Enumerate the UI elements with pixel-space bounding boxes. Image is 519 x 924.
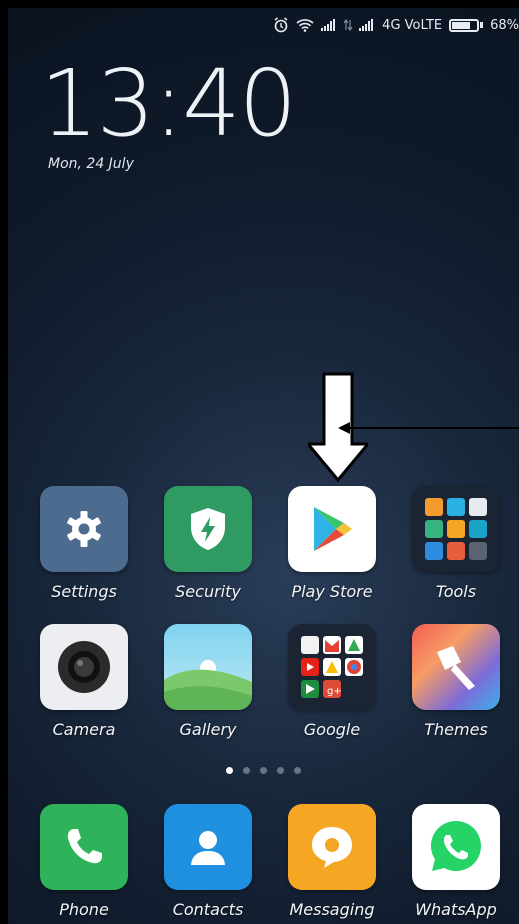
battery-percent: 68%: [490, 17, 519, 33]
wifi-icon: [296, 18, 314, 32]
alarm-icon: [273, 17, 289, 33]
app-label: Security: [175, 582, 241, 601]
annotation-line: [338, 422, 519, 434]
themes-icon: [412, 624, 500, 710]
app-camera[interactable]: Camera: [34, 624, 134, 739]
network-label: 4G VoLTE: [382, 17, 443, 33]
app-label: Settings: [51, 582, 117, 601]
gallery-icon: [164, 624, 252, 710]
app-label: Play Store: [291, 582, 373, 601]
app-tools[interactable]: Tools: [406, 486, 506, 601]
play-store-icon: [288, 486, 376, 572]
app-label: Camera: [52, 720, 116, 739]
app-label: Google: [303, 720, 361, 739]
page-dot[interactable]: [260, 767, 267, 774]
home-screen: 4G VoLTE 68% 13:40 Mon, 24 July Settings…: [8, 8, 519, 924]
app-gallery[interactable]: Gallery: [158, 624, 258, 739]
app-google[interactable]: g+ Google: [282, 624, 382, 739]
status-bar: 4G VoLTE 68%: [273, 12, 519, 38]
app-label: Themes: [424, 720, 488, 739]
battery-icon: [449, 18, 480, 32]
messaging-icon: [288, 804, 376, 890]
app-label: WhatsApp: [415, 900, 497, 919]
dock-phone[interactable]: Phone: [34, 804, 134, 919]
app-label: Messaging: [289, 900, 375, 919]
whatsapp-icon: [412, 804, 500, 890]
phone-icon: [40, 804, 128, 890]
page-dot[interactable]: [294, 767, 301, 774]
signal-sim1-icon: [321, 19, 337, 31]
dock-whatsapp[interactable]: WhatsApp: [406, 804, 506, 919]
app-label: Contacts: [172, 900, 244, 919]
page-dot[interactable]: [277, 767, 284, 774]
battery-tip: [480, 22, 484, 28]
tools-folder-icon: [412, 486, 500, 572]
clock-date[interactable]: Mon, 24 July: [48, 156, 134, 172]
app-play-store[interactable]: Play Store: [282, 486, 382, 601]
contacts-icon: [164, 804, 252, 890]
app-label: Phone: [59, 900, 109, 919]
data-transfer-icon: [344, 19, 353, 31]
page-dot[interactable]: [243, 767, 250, 774]
app-label: Gallery: [179, 720, 237, 739]
page-dot-active[interactable]: [226, 767, 233, 774]
dock-messaging[interactable]: Messaging: [282, 804, 382, 919]
page-indicator[interactable]: [8, 767, 519, 774]
svg-text:g+: g+: [327, 686, 342, 697]
camera-icon: [40, 624, 128, 710]
shield-icon: [164, 486, 252, 572]
google-folder-icon: g+: [288, 624, 376, 710]
app-label: Tools: [435, 582, 477, 601]
dock-contacts[interactable]: Contacts: [158, 804, 258, 919]
gear-icon: [40, 486, 128, 572]
app-security[interactable]: Security: [158, 486, 258, 601]
signal-sim2-icon: [359, 19, 375, 31]
clock-time[interactable]: 13:40: [40, 58, 297, 150]
app-themes[interactable]: Themes: [406, 624, 506, 739]
app-settings[interactable]: Settings: [34, 486, 134, 601]
